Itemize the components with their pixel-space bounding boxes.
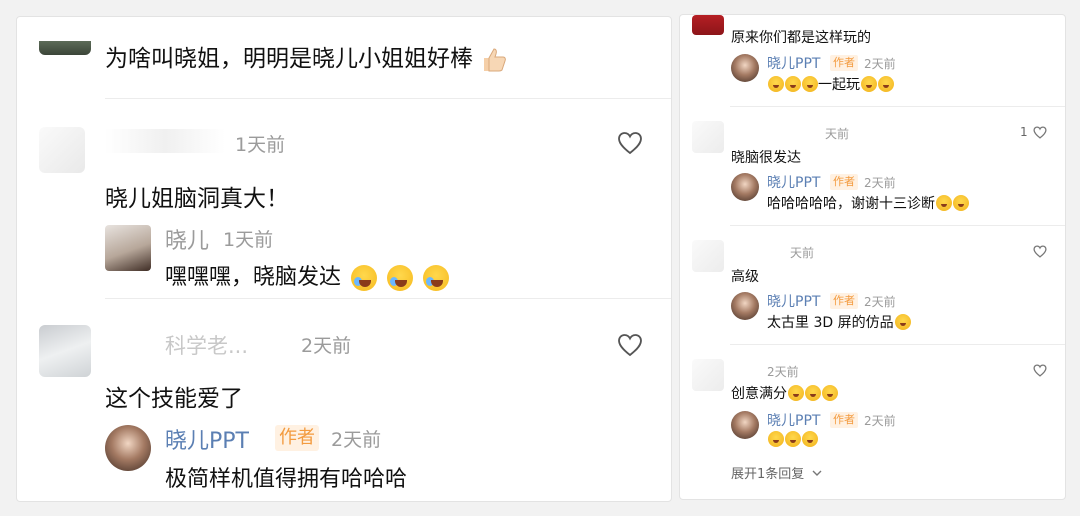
reply-text: 哈哈哈哈哈，谢谢十三诊断 [767,193,969,213]
reply-text: 极简样机值得拥有哈哈哈 [165,467,408,492]
comment-text: 晓脑很发达 [731,150,801,166]
comment-text: 原来你们都是这样玩的 [731,30,871,46]
avatar[interactable] [39,127,85,173]
author-badge: 作者 [275,425,319,451]
reply-username[interactable]: 晓儿PPT [165,423,249,455]
reply-avatar[interactable] [105,225,151,271]
thumbs-up-icon [484,47,507,71]
surprised-emoji-icon [768,76,784,92]
comment-time: 天前 [790,246,815,260]
crying-laughing-icon [423,265,450,291]
crying-laughing-icon [953,195,969,211]
comment-item: 天前 1 晓脑很发达 晓儿PPT 作者 2天前 哈哈哈哈哈，谢谢十三诊断 [680,107,1065,226]
reply-text: 一起玩 [767,74,894,94]
reply-time: 2天前 [864,176,896,190]
reply-username[interactable]: 晓儿 [165,223,209,255]
left-comment-panel: 为啥叫晓姐，明明是晓儿小姐姐好棒 1天前 晓儿姐脑洞真大！ 晓儿 1天前 嘿嘿嘿… [16,16,672,502]
surprised-emoji-icon [785,76,801,92]
avatar[interactable] [692,240,724,272]
reply-time: 2天前 [864,57,896,71]
reply-username[interactable]: 晓儿PPT [767,53,820,73]
author-badge: 作者 [830,174,858,190]
reply-text [767,431,818,448]
like-heart-icon[interactable] [617,131,643,155]
crying-laughing-icon [351,265,378,291]
author-badge: 作者 [830,293,858,309]
reply-text: 太古里 3D 屏的仿品 [767,312,911,332]
reply-avatar[interactable] [731,173,759,201]
reply-username[interactable]: 晓儿PPT [767,291,820,311]
party-emoji-icon [805,385,821,401]
like-heart-icon[interactable] [617,333,643,357]
right-comment-panel: 原来你们都是这样玩的 晓儿PPT 作者 2天前 一起玩 天前 1 晓脑很发达 晓… [679,14,1066,500]
comment-username[interactable]: 科学老... [165,330,248,360]
like-heart-icon[interactable] [1033,126,1047,139]
grin-emoji-icon [768,431,784,447]
reply-time: 2天前 [864,414,896,428]
avatar[interactable] [692,121,724,153]
comment-item: 天前 高级 晓儿PPT 作者 2天前 太古里 3D 屏的仿品 [680,226,1065,345]
avatar[interactable] [692,359,724,391]
like-count: 1 [1020,125,1028,139]
avatar[interactable] [39,41,91,55]
comment-text: 晓儿姐脑洞真大！ [105,186,289,212]
grin-emoji-icon [802,431,818,447]
grin-emoji-icon [861,76,877,92]
author-badge: 作者 [830,412,858,428]
author-badge: 作者 [830,55,858,71]
comment-time: 1天前 [235,134,286,156]
comment-text: 为啥叫晓姐，明明是晓儿小姐姐好棒 [105,39,510,75]
grin-emoji-icon [785,431,801,447]
reply-avatar[interactable] [731,54,759,82]
crying-laughing-icon [936,195,952,211]
comment-text: 这个技能爱了 [105,386,243,412]
reply-time: 1天前 [223,229,274,251]
party-emoji-icon [788,385,804,401]
reply-username[interactable]: 晓儿PPT [767,172,820,192]
reply-time: 2天前 [864,295,896,309]
avatar[interactable] [692,15,724,35]
comment-item: 原来你们都是这样玩的 晓儿PPT 作者 2天前 一起玩 [680,15,1065,107]
comment-text: 创意满分 [731,383,838,403]
reply-username[interactable]: 晓儿PPT [767,410,820,430]
like-heart-icon[interactable] [1033,364,1047,377]
comment-item: 2天前 创意满分 晓儿PPT 作者 2天前 展开1条回复 [680,345,1065,499]
comment-username[interactable] [105,129,225,153]
surprised-emoji-icon [802,76,818,92]
grin-emoji-icon [878,76,894,92]
comment-item: 科学老... 2天前 这个技能爱了 晓儿PPT 作者 2天前 极简样机值得拥有哈… [17,299,671,501]
party-emoji-icon [822,385,838,401]
comment-item: 为啥叫晓姐，明明是晓儿小姐姐好棒 [17,17,671,99]
avatar[interactable] [39,325,91,377]
crying-laughing-icon [387,265,414,291]
expand-replies-link[interactable]: 展开1条回复 [731,463,822,482]
like-heart-icon[interactable] [1033,245,1047,258]
reply-avatar[interactable] [105,425,151,471]
chevron-down-icon [812,470,822,476]
reply-text: 嘿嘿嘿，晓脑发达 [165,259,450,291]
comment-item: 1天前 晓儿姐脑洞真大！ 晓儿 1天前 嘿嘿嘿，晓脑发达 [17,99,671,299]
comment-time: 天前 [825,127,850,141]
reply-time: 2天前 [331,429,382,451]
reply-avatar[interactable] [731,411,759,439]
grin-emoji-icon [894,314,911,330]
comment-time: 2天前 [301,335,352,357]
comment-time: 2天前 [767,365,799,379]
comment-text: 高级 [731,269,759,285]
reply-avatar[interactable] [731,292,759,320]
